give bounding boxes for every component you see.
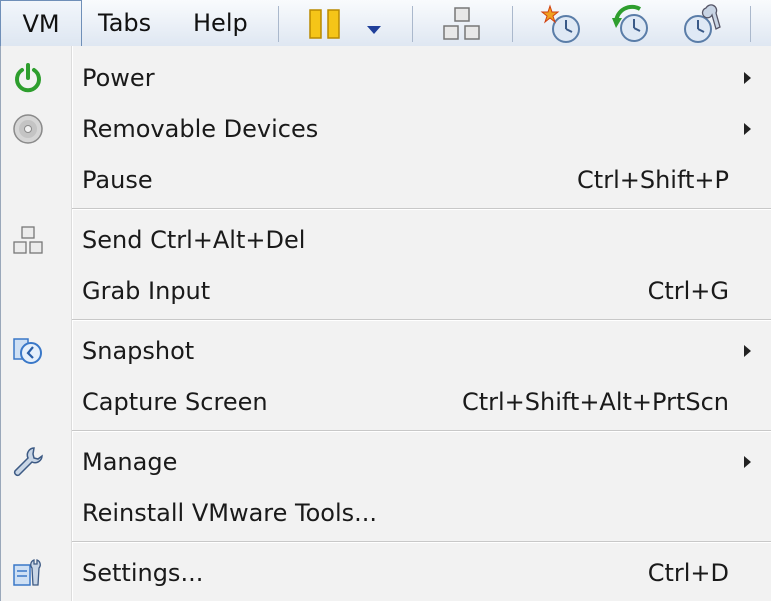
menu-item-label: Settings... [82, 559, 204, 587]
menu-separator [72, 430, 771, 432]
menu-item-shortcut: Ctrl+D [647, 559, 729, 587]
menu-vm[interactable]: VM [0, 0, 82, 47]
menu-item-reinstall-vmware-tools[interactable]: Reinstall VMware Tools... [0, 488, 771, 538]
menu-item-send-ctrl-alt-del[interactable]: Send Ctrl+Alt+Del [0, 215, 771, 265]
submenu-arrow-icon [744, 456, 751, 468]
dropdown-arrow-icon[interactable] [366, 20, 382, 34]
menu-item-label: Removable Devices [82, 115, 319, 143]
submenu-arrow-icon [744, 345, 751, 357]
menu-item-shortcut: Ctrl+Shift+P [577, 166, 729, 194]
toolbar-separator [750, 6, 751, 42]
power-icon [12, 62, 44, 94]
menu-item-pause[interactable]: Pause Ctrl+Shift+P [0, 155, 771, 205]
toolbar-separator [278, 6, 279, 42]
menu-item-label: Manage [82, 448, 178, 476]
menu-item-label: Pause [82, 166, 153, 194]
menu-tabs[interactable]: Tabs [98, 0, 151, 46]
toolbar-separator [512, 6, 513, 42]
submenu-arrow-icon [744, 123, 751, 135]
settings-icon [12, 557, 44, 589]
menu-item-removable-devices[interactable]: Removable Devices [0, 104, 771, 154]
menu-item-label: Power [82, 64, 155, 92]
menu-item-snapshot[interactable]: Snapshot [0, 326, 771, 376]
menu-item-label: Reinstall VMware Tools... [82, 499, 378, 527]
submenu-arrow-icon [744, 72, 751, 84]
send-ctrl-alt-del-icon[interactable] [442, 6, 482, 42]
menu-item-label: Send Ctrl+Alt+Del [82, 226, 306, 254]
snapshot-icon [12, 335, 44, 367]
send-ctrl-alt-del-icon [12, 224, 44, 256]
toolbar-separator [412, 6, 413, 42]
menu-item-shortcut: Ctrl+G [647, 277, 729, 305]
menu-item-settings[interactable]: Settings... Ctrl+D [0, 548, 771, 598]
menu-item-manage[interactable]: Manage [0, 437, 771, 487]
menu-item-label: Grab Input [82, 277, 211, 305]
pause-icon[interactable] [308, 8, 342, 40]
menu-bar: VM Tabs Help [0, 0, 771, 47]
menu-separator [72, 541, 771, 543]
revert-snapshot-icon[interactable] [610, 4, 654, 44]
menu-item-power[interactable]: Power [0, 53, 771, 103]
menu-item-grab-input[interactable]: Grab Input Ctrl+G [0, 266, 771, 316]
menu-item-label: Capture Screen [82, 388, 268, 416]
snapshot-manager-icon[interactable] [678, 4, 722, 44]
disc-icon [12, 113, 44, 145]
take-snapshot-icon[interactable] [540, 4, 584, 44]
menu-help[interactable]: Help [193, 0, 248, 46]
menu-item-label: Snapshot [82, 337, 195, 365]
wrench-icon [12, 446, 44, 478]
menu-separator [72, 319, 771, 321]
menu-separator [72, 208, 771, 210]
menu-item-shortcut: Ctrl+Shift+Alt+PrtScn [461, 388, 729, 416]
menu-item-capture-screen[interactable]: Capture Screen Ctrl+Shift+Alt+PrtScn [0, 377, 771, 427]
